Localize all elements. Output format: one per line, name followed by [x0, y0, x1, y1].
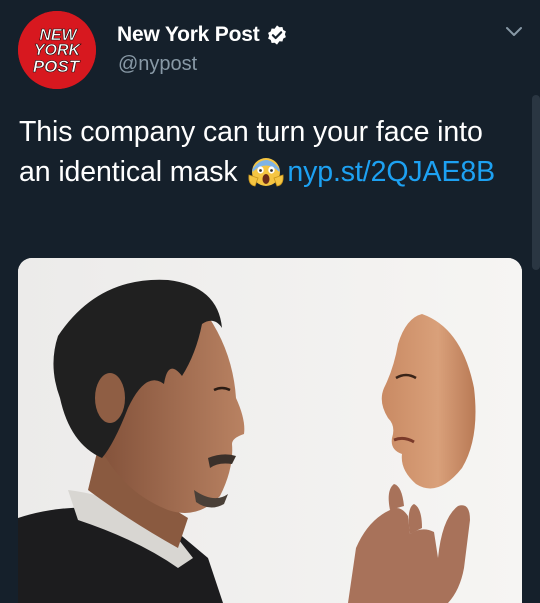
- scrollbar[interactable]: [532, 95, 540, 270]
- nypost-logo-icon: NEW YORK POST: [18, 11, 96, 89]
- avatar[interactable]: NEW YORK POST: [18, 11, 96, 89]
- chevron-down-icon[interactable]: [503, 20, 525, 42]
- svg-text:POST: POST: [33, 57, 81, 76]
- tweet-media-photo[interactable]: [18, 258, 522, 603]
- display-name[interactable]: New York Post: [117, 23, 260, 47]
- handle[interactable]: @nypost: [118, 53, 197, 76]
- face-screaming-in-fear-icon: [248, 158, 284, 187]
- tweet[interactable]: NEW YORK POST New York Post @nypost This…: [0, 0, 540, 603]
- author-name-row[interactable]: New York Post: [117, 20, 288, 50]
- verified-badge-icon: [267, 25, 286, 45]
- tweet-text: This company can turn your face into an …: [19, 112, 519, 192]
- tweet-link[interactable]: nyp.st/2QJAE8B: [287, 156, 495, 188]
- photo-man-holding-face-mask-icon: [18, 258, 522, 603]
